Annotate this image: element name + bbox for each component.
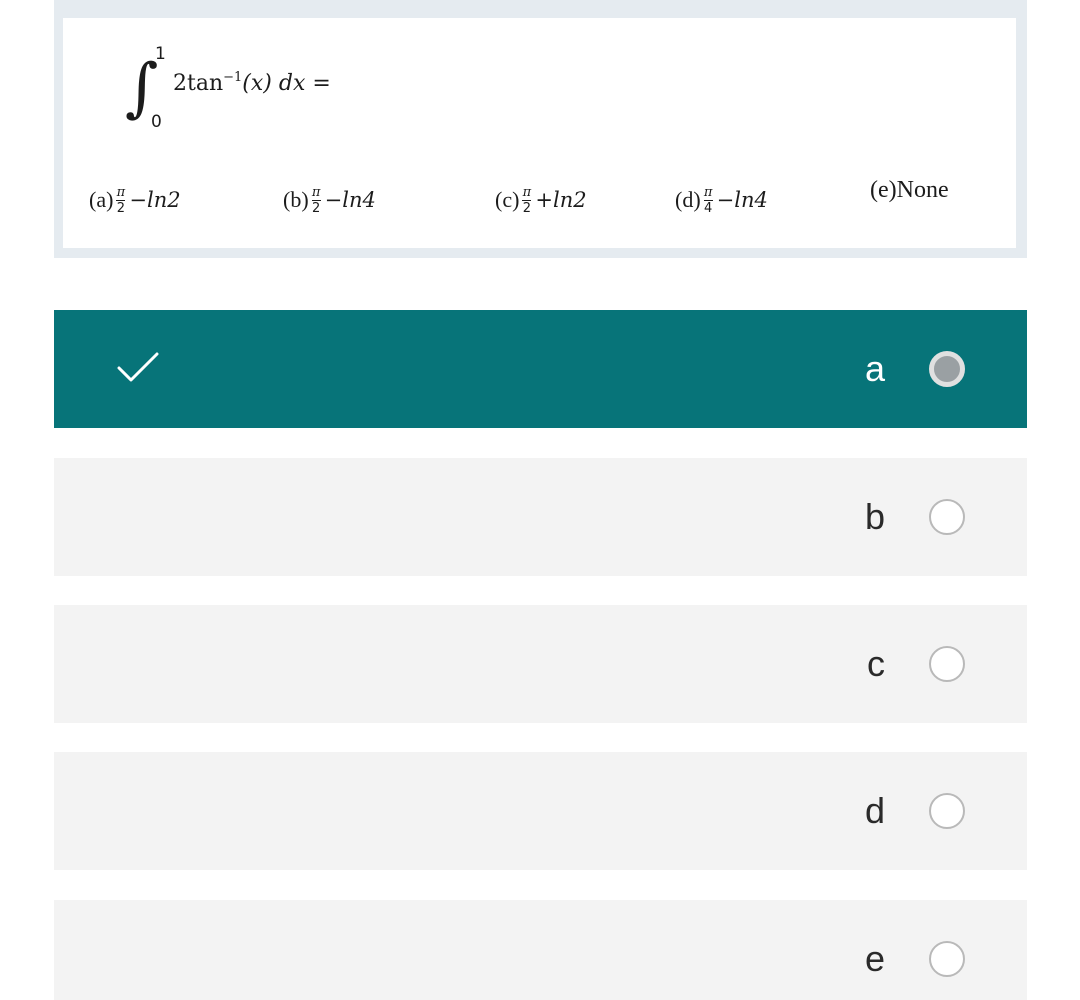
fraction-numerator: π: [703, 184, 713, 200]
question-image: ∫ 1 0 2tan−1(x) dx = (a) π 2 − ln2 (b) π…: [63, 18, 1016, 248]
fraction-denominator: 2: [312, 200, 321, 216]
option-label: a: [864, 348, 885, 389]
integrand-argument: (x) dx =: [242, 71, 331, 96]
option-label: d: [864, 790, 885, 831]
fraction-numerator: π: [311, 184, 321, 200]
choice-operator: −: [716, 188, 735, 212]
choice-d: (d) π 4 − ln4: [675, 170, 768, 230]
option-label: c: [867, 643, 885, 684]
fraction-denominator: 4: [704, 200, 713, 216]
option-a[interactable]: a: [54, 310, 1027, 428]
choice-label: (c): [495, 187, 520, 212]
choice-term: ln2: [553, 188, 587, 212]
option-b[interactable]: b: [54, 458, 1027, 576]
choice-label: (d): [675, 187, 701, 212]
option-d[interactable]: d: [54, 752, 1027, 870]
choice-label: (b): [283, 187, 309, 212]
integral-upper-limit: 1: [155, 44, 166, 64]
option-c[interactable]: c: [54, 605, 1027, 723]
check-icon: [117, 352, 159, 382]
choice-e: (e)None: [870, 160, 949, 220]
fraction-denominator: 2: [522, 200, 532, 216]
answer-choices: (a) π 2 − ln2 (b) π 2 − ln4 (c) π 2 + ln…: [89, 170, 1009, 230]
option-label: e: [864, 938, 885, 979]
choice-term: ln4: [342, 188, 376, 212]
fraction-numerator: π: [522, 184, 532, 200]
radio-icon[interactable]: [929, 499, 965, 535]
choice-b: (b) π 2 − ln4: [283, 170, 376, 230]
option-e[interactable]: e: [54, 900, 1027, 1000]
fraction: π 2: [311, 184, 321, 216]
choice-term: ln2: [147, 188, 181, 212]
quiz-page: ∫ 1 0 2tan−1(x) dx = (a) π 2 − ln2 (b) π…: [0, 0, 1080, 1000]
integrand-exponent: −1: [223, 70, 243, 85]
choice-operator: −: [129, 188, 148, 212]
fraction: π 2: [522, 184, 532, 216]
fraction-numerator: π: [116, 184, 126, 200]
integral-lower-limit: 0: [151, 112, 162, 132]
fraction: π 4: [703, 184, 713, 216]
choice-label: (a): [89, 187, 114, 212]
question-card: ∫ 1 0 2tan−1(x) dx = (a) π 2 − ln2 (b) π…: [54, 0, 1027, 258]
radio-icon[interactable]: [929, 941, 965, 977]
choice-term: ln4: [734, 188, 768, 212]
choice-a: (a) π 2 − ln2: [89, 170, 181, 230]
radio-icon[interactable]: [929, 793, 965, 829]
fraction-denominator: 2: [116, 200, 126, 216]
fraction: π 2: [116, 184, 126, 216]
choice-operator: −: [324, 188, 343, 212]
radio-icon[interactable]: [929, 351, 965, 387]
radio-icon[interactable]: [929, 646, 965, 682]
option-label: b: [864, 496, 885, 537]
choice-c: (c) π 2 + ln2: [495, 170, 587, 230]
integrand: 2tan−1(x) dx =: [173, 70, 331, 96]
choice-operator: +: [535, 188, 554, 212]
choice-label: (e)None: [870, 176, 949, 203]
integrand-function: 2tan: [173, 71, 224, 96]
